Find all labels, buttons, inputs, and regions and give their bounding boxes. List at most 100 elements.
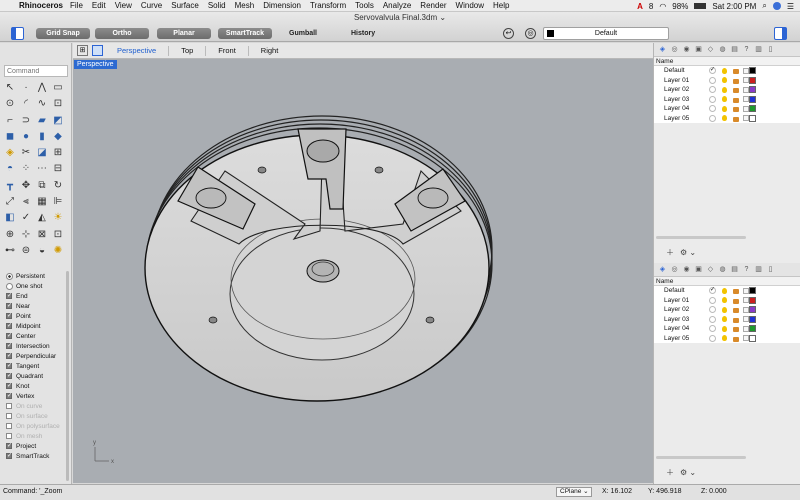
bulb-icon[interactable]: [722, 105, 727, 112]
osnap-checkbox[interactable]: [6, 413, 12, 419]
app-name-menu[interactable]: Rhinoceros: [19, 1, 63, 10]
menu-curve[interactable]: Curve: [141, 1, 162, 10]
osnap-checkbox[interactable]: [6, 423, 12, 429]
current-layer-select[interactable]: Default: [543, 27, 669, 40]
menu-help[interactable]: Help: [493, 1, 509, 10]
osnap-option[interactable]: ✓ Project: [6, 441, 66, 451]
move-icon[interactable]: ✥: [19, 179, 33, 193]
light-icon[interactable]: ✺: [51, 244, 65, 258]
ortho-toggle[interactable]: Ortho: [95, 28, 149, 39]
osnap-checkbox[interactable]: ✓: [6, 383, 12, 389]
analyze-icon[interactable]: ◭: [35, 211, 49, 225]
help-tab-icon[interactable]: ?: [742, 45, 751, 54]
layer-color[interactable]: [749, 287, 756, 295]
sphere-icon[interactable]: ●: [19, 130, 33, 144]
current-layer-check-icon[interactable]: [709, 95, 716, 103]
layer-row[interactable]: Default ✓: [654, 286, 800, 296]
osnap-option[interactable]: ✓ Midpoint: [6, 321, 66, 331]
osnap-radio[interactable]: [6, 272, 13, 280]
rotate-icon[interactable]: ↻: [51, 179, 65, 193]
bulb-icon[interactable]: [722, 86, 727, 93]
layer-color[interactable]: [749, 334, 756, 342]
layer-row[interactable]: Layer 03: [654, 95, 800, 105]
bulb-icon[interactable]: [722, 96, 727, 103]
lock-icon[interactable]: [733, 78, 739, 84]
osnap-checkbox[interactable]: ✓: [6, 293, 12, 299]
lock-icon[interactable]: [733, 327, 739, 332]
osnap-checkbox[interactable]: [6, 403, 12, 409]
menu-transform[interactable]: Transform: [310, 1, 346, 10]
perspective-viewport[interactable]: y x Perspective: [73, 59, 653, 483]
osnap-checkbox[interactable]: [6, 433, 12, 439]
gear-icon[interactable]: ⚙ ⌄: [680, 468, 696, 477]
array-icon[interactable]: ▦: [35, 195, 49, 209]
rebuild-icon[interactable]: ⋯: [35, 162, 49, 176]
menu-mesh[interactable]: Mesh: [235, 1, 255, 10]
tab-right[interactable]: Right: [261, 46, 279, 55]
current-layer-check-icon[interactable]: [709, 296, 716, 304]
menu-tools[interactable]: Tools: [355, 1, 374, 10]
menu-file[interactable]: File: [70, 1, 83, 10]
battery-icon[interactable]: [694, 3, 707, 9]
current-layer-check-icon[interactable]: [709, 76, 716, 84]
filter-icon[interactable]: ↩: [503, 28, 514, 39]
layer-color[interactable]: [749, 296, 756, 304]
lock-icon[interactable]: [733, 69, 739, 74]
osnap-checkbox[interactable]: ✓: [6, 373, 12, 379]
layers-tab-icon[interactable]: ◈: [658, 265, 667, 274]
panel-options-icon[interactable]: ▯: [766, 45, 775, 54]
osnap-option[interactable]: ✓ Knot: [6, 381, 66, 391]
circle-center-icon[interactable]: ⊙: [3, 97, 17, 111]
layer-row[interactable]: Layer 05: [654, 334, 800, 344]
menu-dimension[interactable]: Dimension: [263, 1, 301, 10]
arc-icon[interactable]: ◜: [19, 97, 33, 111]
lock-icon[interactable]: [733, 317, 739, 323]
points-on-icon[interactable]: ⁘: [19, 162, 33, 176]
lock-icon[interactable]: [733, 308, 739, 313]
render-tab-icon[interactable]: ◉: [682, 265, 691, 274]
bulb-icon[interactable]: [722, 115, 727, 122]
current-layer-check-icon[interactable]: [709, 325, 716, 333]
single-view-layout-icon[interactable]: [92, 45, 103, 56]
lock-icon[interactable]: [733, 336, 739, 342]
layer-row[interactable]: Layer 02: [654, 85, 800, 95]
tab-top[interactable]: Top: [181, 46, 193, 55]
layer-color[interactable]: [749, 95, 756, 103]
osnap-icon[interactable]: ◎: [525, 28, 536, 39]
fillet-icon[interactable]: ⌐: [3, 114, 17, 128]
cylinder-icon[interactable]: ▮: [35, 130, 49, 144]
trim-icon[interactable]: ⊡: [51, 97, 65, 111]
layer-color[interactable]: [749, 306, 756, 314]
menu-solid[interactable]: Solid: [208, 1, 226, 10]
object-tab-icon[interactable]: ▣: [694, 265, 703, 274]
osnap-checkbox[interactable]: ✓: [6, 313, 12, 319]
current-layer-check-icon[interactable]: [709, 306, 716, 314]
scale-icon[interactable]: ⤢: [3, 195, 17, 209]
layer-color[interactable]: [749, 86, 756, 94]
join-icon[interactable]: ◪: [35, 146, 49, 160]
zoom-extents-icon[interactable]: ⊡: [51, 228, 65, 242]
layer-row[interactable]: Layer 05: [654, 114, 800, 124]
object-tab-icon[interactable]: ▣: [694, 45, 703, 54]
zoom-icon[interactable]: ⊕: [3, 228, 17, 242]
command-input[interactable]: [4, 65, 68, 77]
model-scene[interactable]: y x: [73, 59, 653, 483]
point-icon[interactable]: ·: [19, 81, 33, 95]
osnap-checkbox[interactable]: ✓: [6, 443, 12, 449]
display-tab-icon[interactable]: ◇: [706, 265, 715, 274]
layer-color[interactable]: [749, 105, 756, 113]
osnap-option[interactable]: ✓ SmartTrack: [6, 451, 66, 461]
current-layer-check-icon[interactable]: [709, 114, 716, 122]
surface-icon[interactable]: ◩: [51, 114, 65, 128]
osnap-option[interactable]: ✓ Point: [6, 311, 66, 321]
library-tab-icon[interactable]: ▥: [754, 45, 763, 54]
mesh-icon[interactable]: ◓: [3, 162, 17, 176]
layers-hscroll[interactable]: [656, 456, 746, 459]
current-layer-check-icon[interactable]: [709, 86, 716, 94]
mirror-icon[interactable]: ⫷: [19, 195, 33, 209]
menu-edit[interactable]: Edit: [92, 1, 106, 10]
gumball-toggle[interactable]: Gumball: [289, 28, 317, 39]
osnap-option[interactable]: ✓ Intersection: [6, 341, 66, 351]
menu-view[interactable]: View: [115, 1, 132, 10]
osnap-checkbox[interactable]: ✓: [6, 363, 12, 369]
